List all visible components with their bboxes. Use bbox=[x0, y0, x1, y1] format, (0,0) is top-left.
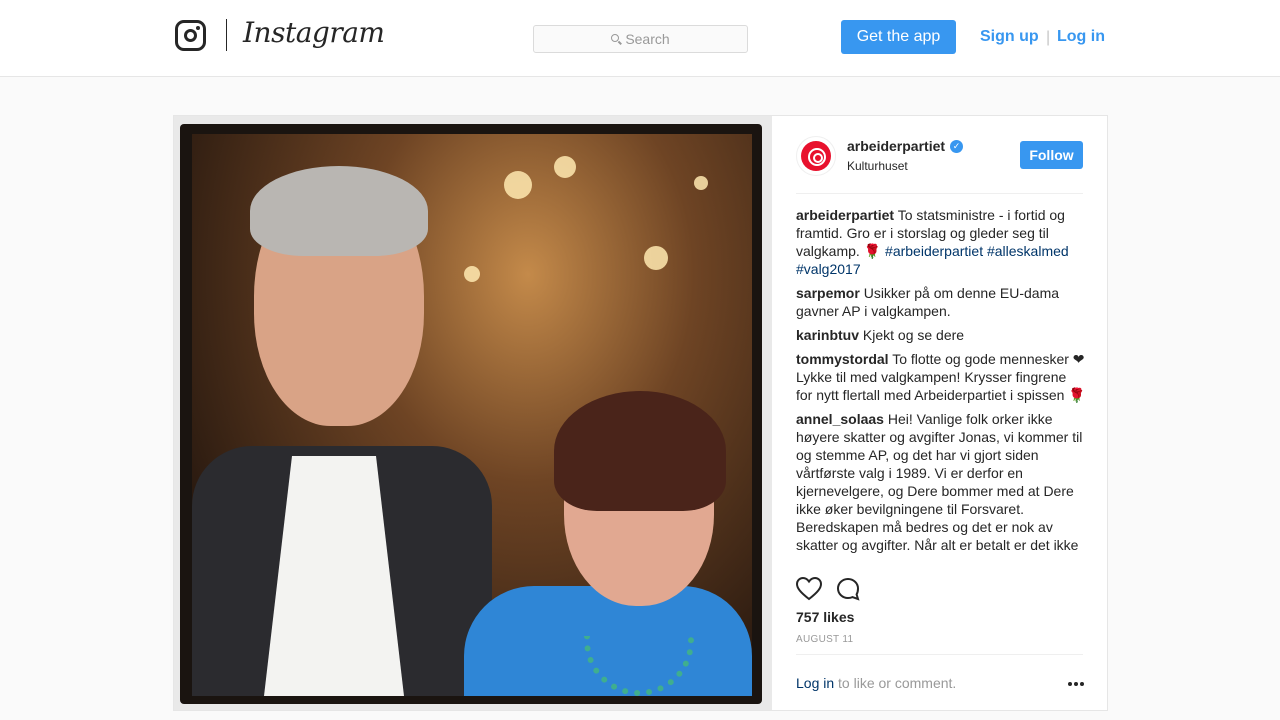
comment-text: Kjekt og se dere bbox=[862, 327, 965, 343]
login-prompt-text: to like or comment. bbox=[834, 675, 957, 691]
log-in-link[interactable]: Log in bbox=[1057, 28, 1105, 46]
comment-username[interactable]: sarpemor bbox=[796, 285, 860, 301]
post-card: arbeiderpartiet ✓ Kulturhuset Follow arb… bbox=[173, 115, 1108, 711]
comment: arbeiderpartiet To statsministre - i for… bbox=[796, 206, 1086, 278]
comment: karinbtuv Kjekt og se dere bbox=[796, 326, 1086, 344]
instagram-camera-icon[interactable] bbox=[175, 20, 206, 51]
post-sidebar: arbeiderpartiet ✓ Kulturhuset Follow arb… bbox=[772, 116, 1107, 710]
divider bbox=[796, 654, 1083, 655]
comments-list[interactable]: arbeiderpartiet To statsministre - i for… bbox=[796, 206, 1086, 566]
comment-icon[interactable] bbox=[836, 577, 860, 601]
log-in-to-comment-link[interactable]: Log in bbox=[796, 675, 834, 691]
comment: tommystordal To flotte og gode mennesker… bbox=[796, 350, 1086, 404]
instagram-wordmark[interactable]: Instagram bbox=[243, 16, 385, 49]
comment-username[interactable]: tommystordal bbox=[796, 351, 889, 367]
login-prompt: Log in to like or comment. bbox=[796, 675, 956, 691]
comment-username[interactable]: annel_solaas bbox=[796, 411, 884, 427]
comment-text: Hei! Vanlige folk orker ikke høyere skat… bbox=[796, 411, 1083, 553]
heart-icon[interactable] bbox=[796, 577, 822, 601]
divider bbox=[796, 193, 1083, 194]
top-navbar: Instagram Search Get the app Sign up | L… bbox=[0, 0, 1280, 77]
rose-logo-icon bbox=[801, 141, 831, 171]
comment: sarpemor Usikker på om denne EU-dama gav… bbox=[796, 284, 1086, 320]
comment-username[interactable]: karinbtuv bbox=[796, 327, 859, 343]
post-location[interactable]: Kulturhuset bbox=[847, 159, 908, 173]
verified-badge-icon: ✓ bbox=[950, 140, 963, 153]
search-input[interactable]: Search bbox=[533, 25, 748, 53]
logo-divider bbox=[226, 19, 227, 51]
get-the-app-button[interactable]: Get the app bbox=[841, 20, 956, 54]
post-date[interactable]: AUGUST 11 bbox=[796, 634, 853, 645]
search-icon bbox=[611, 34, 620, 42]
nav-separator: | bbox=[1046, 29, 1051, 46]
search-placeholder: Search bbox=[625, 31, 670, 47]
comment: annel_solaas Hei! Vanlige folk orker ikk… bbox=[796, 410, 1086, 554]
avatar[interactable] bbox=[796, 136, 836, 176]
comment-username[interactable]: arbeiderpartiet bbox=[796, 207, 894, 223]
post-photo[interactable] bbox=[174, 116, 772, 710]
follow-button[interactable]: Follow bbox=[1020, 141, 1083, 169]
like-count[interactable]: 757 likes bbox=[796, 609, 854, 625]
sign-up-link[interactable]: Sign up bbox=[980, 28, 1039, 46]
post-author-username[interactable]: arbeiderpartiet bbox=[847, 138, 945, 154]
more-options-icon[interactable] bbox=[1068, 682, 1084, 686]
